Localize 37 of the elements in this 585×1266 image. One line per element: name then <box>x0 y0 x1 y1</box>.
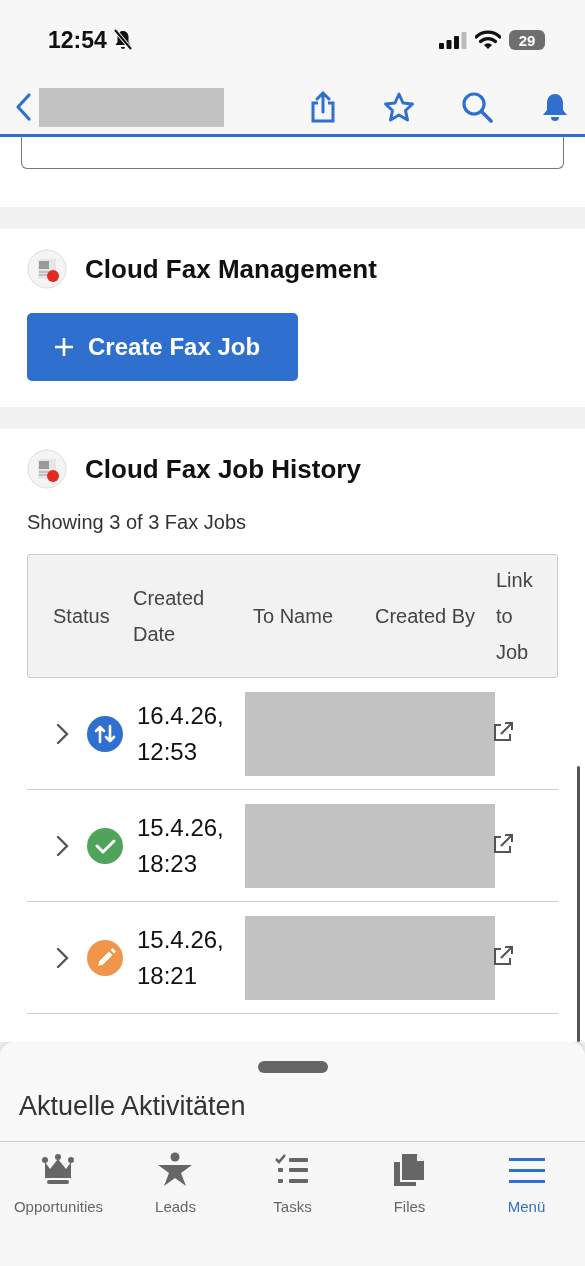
column-header: To Name <box>252 604 335 629</box>
drag-handle[interactable] <box>257 1061 328 1073</box>
sheet-title: Aktuelle Aktivitäten <box>19 1091 246 1122</box>
date-cell-text: 15.4.26, 18:23 <box>136 812 225 879</box>
plus-icon <box>54 337 74 357</box>
external-link-icon[interactable] <box>492 832 514 855</box>
column-header: Created By <box>374 604 477 629</box>
signal-icon <box>439 31 467 49</box>
chevron-icon[interactable] <box>55 834 69 857</box>
wifi-icon <box>475 30 501 50</box>
external-link-icon[interactable] <box>492 720 514 743</box>
section-title: Cloud Fax Job History <box>85 453 361 485</box>
external-link-icon[interactable] <box>492 944 514 967</box>
tab-bar-item[interactable]: Tasks <box>234 1152 351 1215</box>
result-count: Showing 3 of 3 Fax Jobs <box>27 511 247 534</box>
tab-bar-item[interactable]: Files <box>351 1152 468 1215</box>
fax-document-icon <box>27 449 67 489</box>
fax-document-icon <box>27 249 67 289</box>
back-icon[interactable] <box>14 92 32 122</box>
column-header: Status <box>52 604 111 629</box>
create-fax-job-button[interactable]: Create Fax Job <box>27 313 298 381</box>
tab-bar-item[interactable]: Menü <box>468 1152 585 1215</box>
tab-bar-item[interactable]: Opportunities <box>0 1152 117 1215</box>
chevron-icon[interactable] <box>55 946 69 969</box>
date-cell-text: 16.4.26, 12:53 <box>136 700 225 767</box>
date-cell-text: 15.4.26, 18:21 <box>136 924 225 991</box>
bell-slash-icon <box>112 29 133 51</box>
chevron-icon[interactable] <box>55 722 69 745</box>
star-icon[interactable] <box>383 91 415 123</box>
battery-indicator: 29 <box>509 30 545 50</box>
tab-bar-item[interactable]: Leads <box>117 1152 234 1215</box>
share-icon[interactable] <box>309 91 337 123</box>
search-icon[interactable] <box>461 91 493 123</box>
section-title: Cloud Fax Management <box>85 253 377 285</box>
column-header: Link to Job <box>495 568 534 665</box>
column-header: Created Date <box>133 586 206 647</box>
clock-time: 12:54 <box>48 26 107 54</box>
